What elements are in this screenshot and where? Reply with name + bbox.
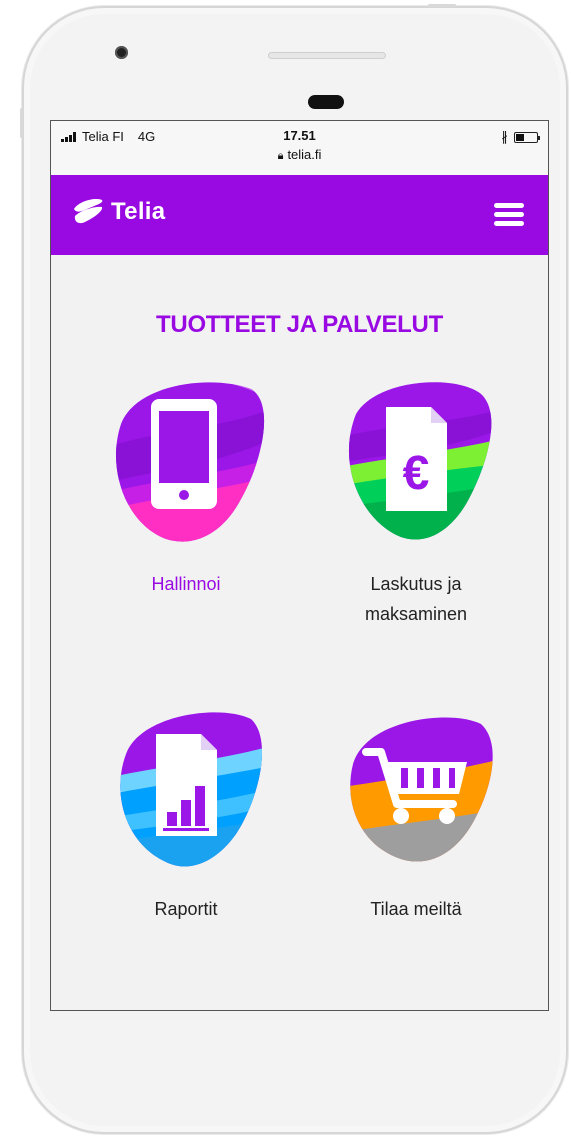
euro-invoice-icon: €: [348, 382, 492, 540]
tile-tilaa[interactable]: Tilaa meiltä: [311, 694, 521, 924]
tile-raportit[interactable]: Raportit: [81, 694, 291, 924]
earpiece-speaker: [268, 52, 386, 59]
shopping-cart-icon: [350, 717, 493, 862]
clock: 17.51: [283, 128, 316, 143]
battery-icon: [514, 131, 540, 143]
telia-logo-icon: [74, 199, 103, 224]
services-grid: Hallinnoi € Laskutus ja maksaminen Rapor…: [51, 339, 548, 1010]
tile-label: Hallinnoi: [151, 574, 221, 594]
svg-text:€: €: [403, 447, 430, 500]
tile-label-line2: maksaminen: [364, 604, 468, 624]
status-bar: Telia FI 4G 17.51 🔒︎ telia.fi ∦: [51, 121, 548, 175]
phone-side-button: [20, 108, 23, 138]
tile-label: Tilaa meiltä: [370, 899, 462, 919]
telia-logo[interactable]: Telia: [71, 195, 165, 229]
hamburger-menu-icon[interactable]: [494, 203, 524, 227]
tile-laskutus[interactable]: € Laskutus ja maksaminen: [311, 369, 521, 629]
status-right: ∦: [501, 129, 540, 145]
proximity-sensor: [308, 95, 344, 109]
phone-top-button: [428, 4, 456, 7]
page-title: TUOTTEET JA PALVELUT: [156, 311, 443, 338]
lock-icon: 🔒︎: [277, 150, 284, 162]
bluetooth-icon: ∦: [501, 129, 509, 144]
phone-screen: Telia FI 4G 17.51 🔒︎ telia.fi ∦ Telia TUO…: [50, 120, 549, 1011]
navbar: Telia: [51, 175, 548, 255]
smartphone-icon: [116, 382, 265, 542]
url-text: telia.fi: [287, 147, 322, 162]
report-chart-icon: [120, 712, 263, 867]
brand-name: Telia: [111, 198, 166, 225]
tile-hallinnoi[interactable]: Hallinnoi: [81, 369, 291, 599]
tile-label-line1: Laskutus ja: [370, 574, 462, 594]
front-camera: [115, 46, 128, 59]
address-bar[interactable]: 🔒︎ telia.fi: [51, 147, 548, 163]
tile-label: Raportit: [154, 899, 218, 919]
